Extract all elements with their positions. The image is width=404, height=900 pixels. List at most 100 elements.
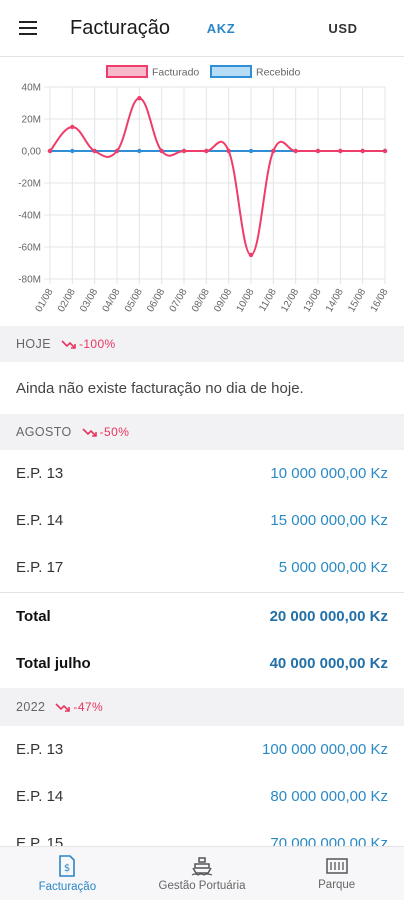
list-item[interactable]: E.P. 13 10 000 000,00 Kz xyxy=(0,450,404,497)
year-trend: -47% xyxy=(55,700,103,714)
row-label: E.P. 13 xyxy=(16,741,64,758)
trend-down-icon xyxy=(55,703,71,712)
row-value: 10 000 000,00 Kz xyxy=(270,465,388,482)
y-tick-label: 0,00 xyxy=(22,147,42,158)
row-label: E.P. 17 xyxy=(16,559,64,576)
section-month-header: AGOSTO -50% xyxy=(0,414,404,450)
data-point xyxy=(360,148,365,154)
section-year-header: 2022 -47% xyxy=(0,688,404,726)
data-point xyxy=(248,148,254,154)
bottom-navigation: $ Facturação Gestão Portuária Parque xyxy=(0,846,404,900)
data-point xyxy=(92,148,97,154)
today-empty-message: Ainda não existe facturação no dia de ho… xyxy=(0,364,404,412)
container-icon xyxy=(325,857,348,874)
month-trend: -50% xyxy=(82,425,130,439)
x-tick-label: 15/08 xyxy=(346,287,368,315)
data-point xyxy=(315,148,321,154)
row-value: 5 000 000,00 Kz xyxy=(278,559,388,576)
data-point xyxy=(226,148,231,154)
row-value: 15 000 000,00 Kz xyxy=(270,512,388,529)
trend-down-icon xyxy=(82,428,97,437)
row-label: E.P. 13 xyxy=(16,465,64,482)
currency-tabs: AKZ USD xyxy=(160,0,404,56)
ship-icon xyxy=(191,856,213,876)
y-tick-label: 40M xyxy=(22,83,41,94)
row-label: E.P. 14 xyxy=(16,788,64,805)
data-point xyxy=(293,148,298,154)
year-trend-value: -47% xyxy=(73,700,104,714)
svg-text:$: $ xyxy=(64,863,70,874)
legend-swatch xyxy=(210,65,252,78)
x-tick-label: 16/08 xyxy=(369,287,391,315)
x-tick-label: 09/08 xyxy=(212,287,234,315)
x-tick-label: 02/08 xyxy=(56,287,78,315)
x-tick-label: 13/08 xyxy=(302,287,324,315)
total-value: 20 000 000,00 Kz xyxy=(269,608,388,625)
nav-label: Facturação xyxy=(38,880,97,893)
legend-label: Recebido xyxy=(256,67,301,79)
data-point xyxy=(338,148,343,154)
page-title: Facturação xyxy=(70,16,171,39)
x-tick-label: 08/08 xyxy=(190,287,212,315)
series-line-facturado xyxy=(49,97,385,257)
y-tick-label: -40M xyxy=(18,211,41,222)
previous-total-value: 40 000 000,00 Kz xyxy=(269,655,388,672)
nav-facturacao[interactable]: $ Facturação xyxy=(0,847,135,900)
nav-parque[interactable]: Parque xyxy=(269,847,404,900)
y-tick-label: -60M xyxy=(18,243,41,254)
x-tick-label: 12/08 xyxy=(279,287,301,315)
nav-gestao-portuaria[interactable]: Gestão Portuária xyxy=(135,847,270,900)
x-tick-label: 11/08 xyxy=(257,287,279,314)
data-point xyxy=(137,148,142,154)
section-today-title: HOJE xyxy=(16,337,51,351)
month-trend-value: -50% xyxy=(99,425,130,439)
previous-month-total-row: Total julho 40 000 000,00 Kz xyxy=(0,640,404,687)
x-tick-label: 04/08 xyxy=(101,287,123,315)
list-item[interactable]: E.P. 17 5 000 000,00 Kz xyxy=(0,544,404,591)
x-tick-label: 06/08 xyxy=(145,287,167,315)
data-point xyxy=(248,252,254,258)
previous-total-label: Total julho xyxy=(16,655,91,672)
menu-button[interactable] xyxy=(0,0,56,56)
tab-usd[interactable]: USD xyxy=(282,0,404,56)
y-tick-label: -20M xyxy=(18,179,41,190)
nav-label: Parque xyxy=(318,878,356,891)
app-bar: Facturação AKZ USD xyxy=(0,0,404,56)
row-value: 80 000 000,00 Kz xyxy=(270,788,388,805)
invoice-icon: $ xyxy=(59,854,76,877)
section-month-title: AGOSTO xyxy=(16,425,72,439)
today-trend-value: -100% xyxy=(78,337,116,351)
data-point xyxy=(204,148,209,154)
list-item[interactable]: E.P. 14 15 000 000,00 Kz xyxy=(0,497,404,544)
data-point xyxy=(114,148,120,154)
data-point xyxy=(70,148,75,154)
list-item[interactable]: E.P. 14 80 000 000,00 Kz xyxy=(0,773,404,820)
chart-canvas: 40M 20M 0,00 -20M -40M -60M -80M01/08 02/08 03/0… xyxy=(18,65,391,315)
row-value: 100 000 000,00 Kz xyxy=(262,741,388,758)
y-tick-label: -80M xyxy=(18,275,41,286)
data-point xyxy=(181,148,187,154)
y-tick-label: 20M xyxy=(22,115,41,126)
x-tick-label: 07/08 xyxy=(168,287,190,315)
x-tick-label: 05/08 xyxy=(123,287,145,315)
trend-down-icon xyxy=(61,340,76,349)
x-tick-label: 03/08 xyxy=(78,287,100,315)
data-point xyxy=(382,148,388,154)
legend-label: Facturado xyxy=(152,67,199,79)
today-trend: -100% xyxy=(61,337,116,351)
data-point xyxy=(70,124,75,130)
total-label: Total xyxy=(16,608,51,625)
x-tick-label: 01/08 xyxy=(34,287,56,315)
menu-icon xyxy=(19,21,37,35)
data-point xyxy=(271,148,276,154)
row-label: E.P. 14 xyxy=(16,512,64,529)
nav-label: Gestão Portuária xyxy=(158,879,246,892)
tab-akz[interactable]: AKZ xyxy=(160,0,282,56)
x-tick-label: 14/08 xyxy=(324,287,346,315)
list-item[interactable]: E.P. 13 100 000 000,00 Kz xyxy=(0,726,404,773)
data-point xyxy=(47,148,53,154)
section-year-title: 2022 xyxy=(16,700,46,714)
month-total-row: Total 20 000 000,00 Kz xyxy=(0,593,404,640)
data-point xyxy=(137,96,142,101)
legend-swatch xyxy=(106,65,148,78)
